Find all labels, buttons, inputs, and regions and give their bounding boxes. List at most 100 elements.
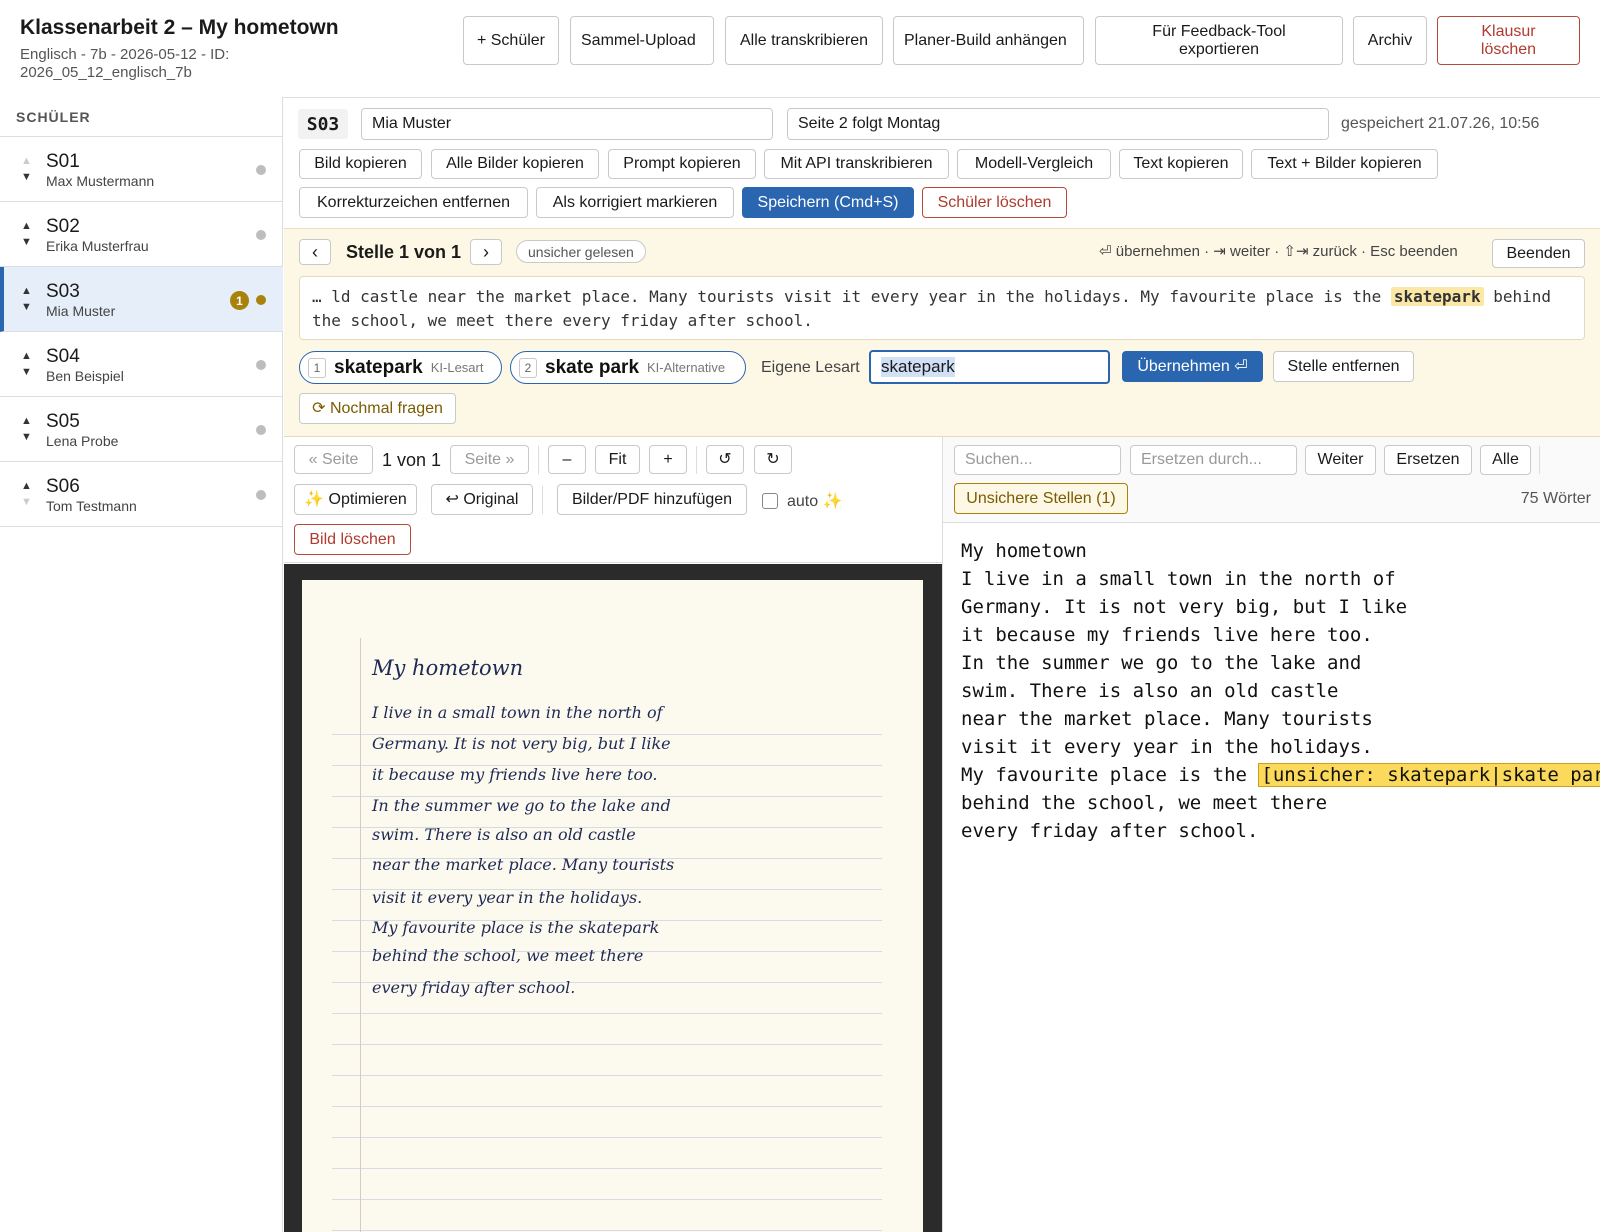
- zoom-out-button[interactable]: –: [548, 445, 586, 474]
- student-id: S05: [46, 411, 80, 432]
- shortcut-key: 2: [519, 357, 537, 378]
- exam-subtitle: Englisch - 7b - 2026-05-12 - ID: 2026_05…: [20, 46, 230, 81]
- status-dot: [256, 165, 266, 175]
- student-name-input[interactable]: Mia Muster: [361, 108, 773, 140]
- replace-button[interactable]: Ersetzen: [1384, 445, 1472, 475]
- next-spot-button[interactable]: ›: [470, 239, 502, 265]
- remove-marks-button[interactable]: Korrekturzeichen entfernen: [299, 187, 528, 218]
- auto-label: auto ✨: [787, 493, 843, 510]
- option-label: skatepark: [334, 356, 423, 378]
- add-student-button[interactable]: + Schüler: [463, 16, 559, 65]
- delete-exam-button[interactable]: Klausur löschen: [1437, 16, 1580, 65]
- replace-all-button[interactable]: Alle: [1480, 445, 1531, 475]
- move-up-icon[interactable]: ▲: [21, 285, 32, 297]
- move-up-icon[interactable]: ▲: [21, 220, 32, 232]
- uncertain-marker[interactable]: [unsicher: skatepark|skate park]: [1258, 763, 1600, 787]
- api-transcribe-button[interactable]: Mit API transkribieren: [764, 149, 949, 179]
- student-row-s04[interactable]: ▲ ▼ S04 Ben Beispiel: [0, 332, 283, 397]
- export-feedback-button[interactable]: Für Feedback-Tool exportieren: [1095, 16, 1343, 65]
- student-id: S03: [46, 281, 80, 302]
- accept-reading-button[interactable]: Übernehmen ⏎: [1122, 351, 1263, 382]
- find-next-button[interactable]: Weiter: [1305, 445, 1376, 475]
- student-note-input[interactable]: Seite 2 folgt Montag: [787, 108, 1329, 140]
- uncertain-review-panel: ‹ Stelle 1 von 1 › unsicher gelesen ⏎ üb…: [284, 228, 1600, 437]
- zoom-in-button[interactable]: +: [649, 445, 687, 474]
- reading-option-2[interactable]: 2 skate park KI-Alternative: [510, 351, 746, 384]
- copy-all-images-button[interactable]: Alle Bilder kopieren: [431, 149, 599, 179]
- image-toolbar: « Seite 1 von 1 Seite » – Fit + ↺ ↻ ✨ Op…: [284, 437, 942, 563]
- move-down-icon[interactable]: ▼: [21, 496, 32, 508]
- copy-text-images-button[interactable]: Text + Bilder kopieren: [1251, 149, 1438, 179]
- context-highlight: skatepark: [1390, 287, 1484, 306]
- student-row-s02[interactable]: ▲ ▼ S02 Erika Musterfrau: [0, 202, 283, 267]
- model-compare-button[interactable]: Modell-Vergleich: [957, 149, 1111, 179]
- student-name: Mia Muster: [46, 303, 116, 319]
- uncertain-spots-button[interactable]: Unsichere Stellen (1): [954, 483, 1128, 514]
- transcript-text[interactable]: My hometown I live in a small town in th…: [961, 537, 1600, 845]
- add-files-button[interactable]: Bilder/PDF hinzufügen: [557, 484, 747, 515]
- move-down-icon[interactable]: ▼: [21, 431, 32, 443]
- transcript-part: behind the school, we meet there every f…: [961, 792, 1328, 842]
- original-button[interactable]: ↩ Original: [431, 484, 533, 515]
- remove-spot-button[interactable]: Stelle entfernen: [1273, 351, 1414, 382]
- move-up-icon[interactable]: ▲: [21, 155, 32, 167]
- search-input[interactable]: Suchen...: [954, 445, 1121, 475]
- copy-text-button[interactable]: Text kopieren: [1119, 149, 1243, 179]
- archive-button[interactable]: Archiv: [1353, 16, 1427, 65]
- move-down-icon[interactable]: ▼: [21, 171, 32, 183]
- copy-prompt-button[interactable]: Prompt kopieren: [608, 149, 756, 179]
- own-reading-input[interactable]: skatepark: [869, 350, 1110, 384]
- status-dot: [256, 425, 266, 435]
- optimize-button[interactable]: ✨ Optimieren: [294, 484, 417, 515]
- move-up-icon[interactable]: ▲: [21, 480, 32, 492]
- prev-page-button[interactable]: « Seite: [294, 445, 373, 474]
- student-name: Ben Beispiel: [46, 368, 124, 384]
- handwriting-line: behind the school, we meet there: [372, 946, 644, 965]
- image-viewer[interactable]: My hometown I live in a small town in th…: [284, 564, 942, 1232]
- handwriting-line: every friday after school.: [372, 978, 576, 997]
- student-row-s01[interactable]: ▲ ▼ S01 Max Mustermann: [0, 137, 283, 202]
- student-sidebar: SCHÜLER ▲ ▼ S01 Max Mustermann ▲ ▼ S02 E…: [0, 97, 283, 1232]
- save-button[interactable]: Speichern (Cmd+S): [742, 187, 914, 218]
- saved-status: gespeichert 21.07.26, 10:56: [1341, 115, 1540, 132]
- transcribe-all-button[interactable]: Alle transkribieren: [725, 16, 883, 65]
- attach-planner-button[interactable]: Planer-Build anhängen: [893, 16, 1084, 65]
- replace-input[interactable]: Ersetzen durch...: [1130, 445, 1297, 475]
- rotate-right-icon[interactable]: ↻: [754, 445, 792, 474]
- student-row-s05[interactable]: ▲ ▼ S05 Lena Probe: [0, 397, 283, 462]
- student-row-s06[interactable]: ▲ ▼ S06 Tom Testmann: [0, 462, 283, 527]
- status-dot: [256, 360, 266, 370]
- mark-corrected-button[interactable]: Als korrigiert markieren: [536, 187, 734, 218]
- toolbar-separator: [1539, 446, 1540, 474]
- handwriting-line: I live in a small town in the north of: [372, 703, 663, 722]
- option-kind: KI-Lesart: [430, 360, 484, 375]
- option-label: skate park: [545, 356, 640, 378]
- toolbar-separator: [538, 446, 539, 474]
- student-id: S04: [46, 346, 80, 367]
- editor-toolbar: Suchen... Ersetzen durch... Weiter Erset…: [943, 437, 1600, 523]
- end-review-button[interactable]: Beenden: [1492, 239, 1585, 268]
- delete-image-button[interactable]: Bild löschen: [294, 524, 411, 555]
- status-dot: [256, 295, 266, 305]
- move-down-icon[interactable]: ▼: [21, 301, 32, 313]
- rotate-left-icon[interactable]: ↺: [706, 445, 744, 474]
- ask-again-button[interactable]: ⟳ Nochmal fragen: [299, 393, 456, 424]
- prev-spot-button[interactable]: ‹: [299, 239, 331, 265]
- bulk-upload-button[interactable]: Sammel-Upload: [570, 16, 714, 65]
- transcript-editor: Suchen... Ersetzen durch... Weiter Erset…: [942, 437, 1600, 1232]
- move-down-icon[interactable]: ▼: [21, 236, 32, 248]
- move-up-icon[interactable]: ▲: [21, 415, 32, 427]
- student-id: S06: [46, 476, 80, 497]
- next-page-button[interactable]: Seite »: [450, 445, 529, 474]
- delete-student-button[interactable]: Schüler löschen: [922, 187, 1067, 218]
- spot-position: Stelle 1 von 1: [346, 242, 462, 262]
- auto-checkbox[interactable]: [762, 493, 778, 509]
- student-row-s03[interactable]: ▲ ▼ S03 Mia Muster 1: [0, 267, 283, 332]
- move-up-icon[interactable]: ▲: [21, 350, 32, 362]
- copy-image-button[interactable]: Bild kopieren: [299, 149, 422, 179]
- handwriting-line: My favourite place is the skatepark: [372, 918, 660, 937]
- shortcut-key: 1: [308, 357, 326, 378]
- fit-button[interactable]: Fit: [595, 445, 640, 474]
- reading-option-1[interactable]: 1 skatepark KI-Lesart: [299, 351, 502, 384]
- move-down-icon[interactable]: ▼: [21, 366, 32, 378]
